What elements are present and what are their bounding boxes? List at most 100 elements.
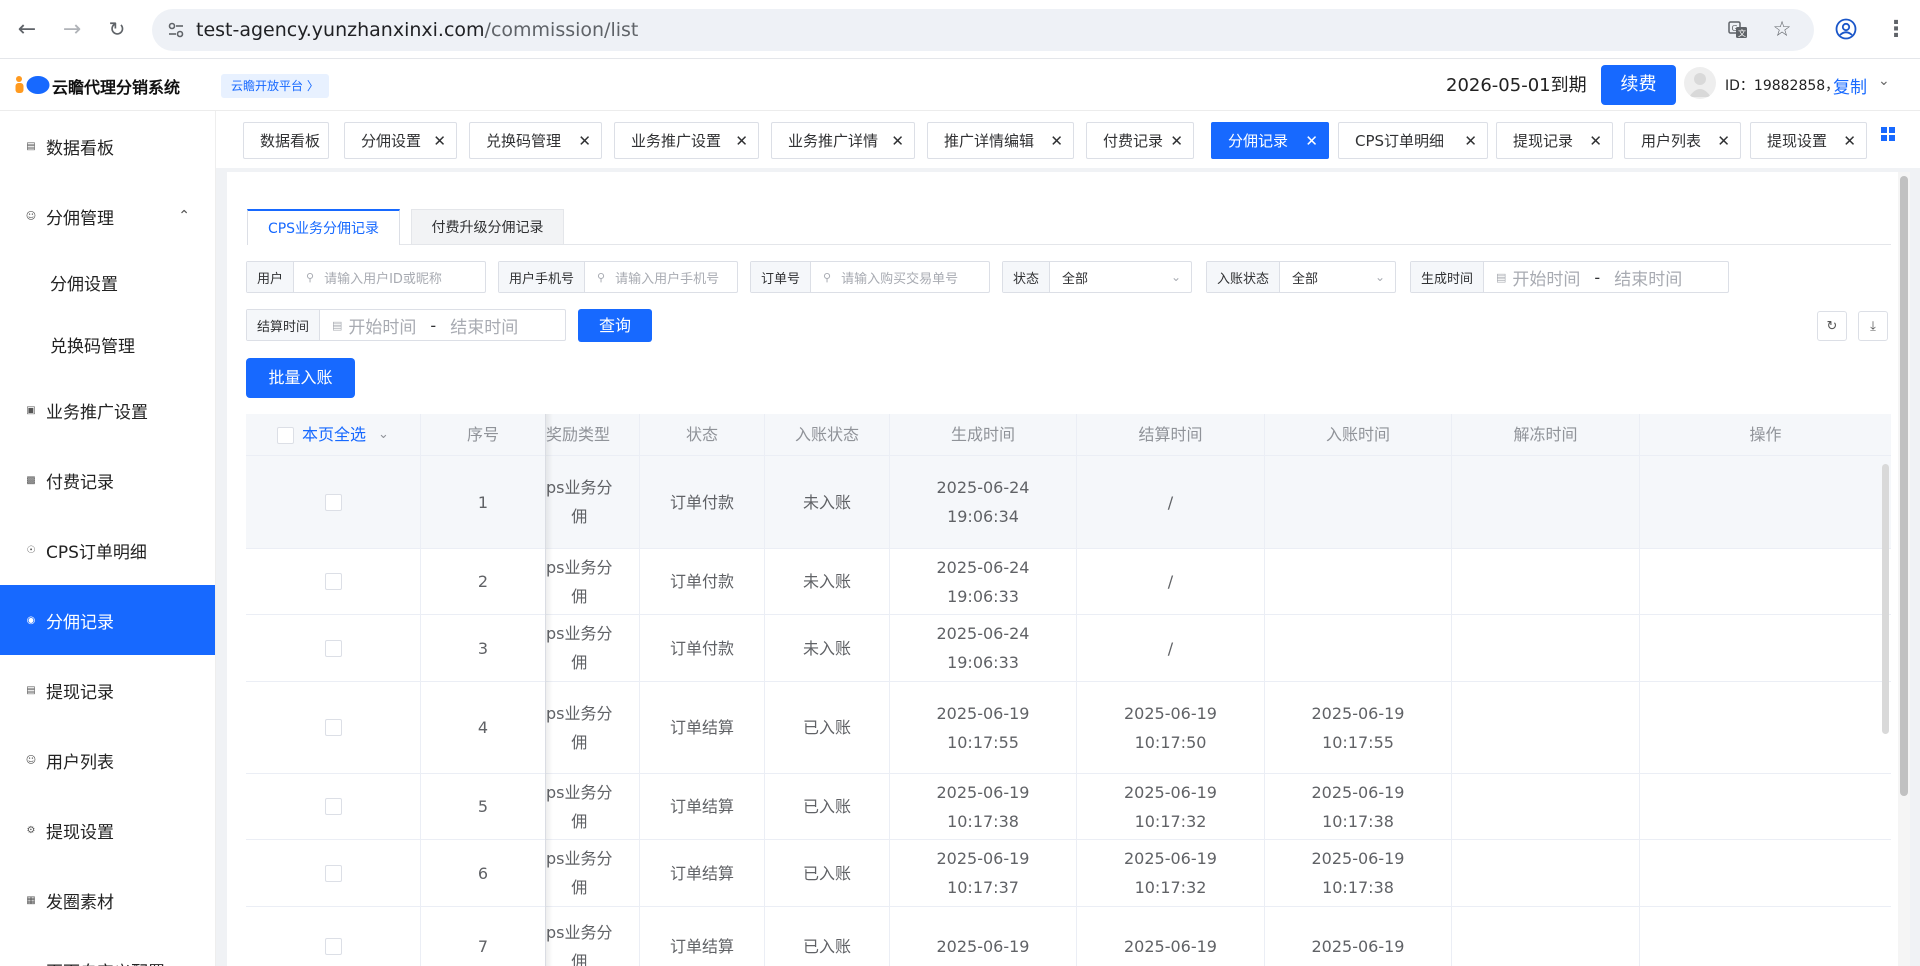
back-icon[interactable]: ←: [12, 14, 42, 44]
sidebar-item-label: CPS订单明细: [46, 542, 147, 563]
page-scrollbar[interactable]: [1898, 172, 1910, 966]
query-button[interactable]: 查询: [578, 309, 652, 342]
row-checkbox[interactable]: [324, 938, 342, 955]
row-checkbox[interactable]: [324, 719, 342, 736]
order-input-placeholder[interactable]: 请输入购买交易单号: [831, 268, 958, 287]
created-time-range[interactable]: 生成时间 ▤ 开始时间 - 结束时间: [1410, 261, 1729, 293]
user-input-placeholder[interactable]: 请输入用户ID或昵称: [314, 268, 442, 287]
phone-input-placeholder[interactable]: 请输入用户手机号: [605, 268, 719, 287]
tab-redeem-codes[interactable]: 兑换码管理 ✕: [469, 122, 602, 159]
subtab-cps-commission[interactable]: CPS业务分佣记录: [247, 209, 400, 245]
cell-account-status: 未入账: [765, 456, 890, 548]
tab-withdraw-settings[interactable]: 提现设置 ✕: [1750, 122, 1867, 159]
close-icon[interactable]: ✕: [1843, 132, 1856, 150]
settle-time-range[interactable]: 结算时间 ▤ 开始时间 - 结束时间: [246, 309, 566, 341]
row-select-cell: [246, 456, 421, 548]
tab-commission-settings[interactable]: 分佣设置 ✕: [344, 122, 457, 159]
tab-cps-orders[interactable]: CPS订单明细 ✕: [1338, 122, 1488, 159]
select-all-checkbox[interactable]: [277, 426, 295, 444]
created-date: 2025-06-19: [936, 703, 1030, 723]
sidebar-item-materials[interactable]: ▦ 发圈素材: [0, 865, 215, 935]
close-icon[interactable]: ✕: [891, 132, 904, 150]
tab-commission-records[interactable]: 分佣记录 ✕: [1211, 122, 1329, 159]
sidebar-item-label: 提现记录: [46, 682, 114, 703]
grid-menu-icon[interactable]: [1880, 126, 1896, 142]
close-icon[interactable]: ✕: [1305, 132, 1318, 150]
cell-reward-type: ps业务分佣: [546, 549, 640, 614]
sidebar-item-commission-management[interactable]: ☺ 分佣管理 ⌃: [0, 181, 215, 251]
copy-id-link[interactable]: 复制: [1833, 73, 1867, 98]
order-filter[interactable]: 订单号 ⚲ 请输入购买交易单号: [750, 261, 990, 293]
close-icon[interactable]: ✕: [1170, 132, 1183, 150]
tab-promotion-settings[interactable]: 业务推广设置 ✕: [614, 122, 759, 159]
close-icon[interactable]: ✕: [1589, 132, 1602, 150]
close-icon[interactable]: ✕: [578, 132, 591, 150]
select-all-header[interactable]: 本页全选 ⌄: [246, 414, 421, 456]
end-time-placeholder[interactable]: 结束时间: [450, 313, 518, 338]
tab-dashboard[interactable]: 数据看板: [243, 122, 329, 159]
row-checkbox[interactable]: [324, 639, 342, 657]
reload-icon[interactable]: ↻: [102, 14, 132, 44]
sidebar-item-withdraw-records[interactable]: ▤ 提现记录: [0, 655, 215, 725]
reward-type-line2: 佣: [571, 811, 588, 831]
profile-icon[interactable]: [1834, 17, 1858, 41]
row-checkbox[interactable]: [324, 493, 342, 511]
avatar[interactable]: [1684, 67, 1716, 99]
close-icon[interactable]: ✕: [735, 132, 748, 150]
sidebar-item-redeem-codes[interactable]: 兑换码管理: [0, 313, 215, 375]
close-icon[interactable]: ✕: [1717, 132, 1730, 150]
sidebar-item-promotion-settings[interactable]: ▣ 业务推广设置: [0, 375, 215, 445]
download-icon[interactable]: ⤓: [1858, 311, 1888, 341]
phone-filter[interactable]: 用户手机号 ⚲ 请输入用户手机号: [498, 261, 738, 293]
tab-promotion-edit[interactable]: 推广详情编辑 ✕: [927, 122, 1074, 159]
sidebar-item-payment-records[interactable]: ▩ 付费记录: [0, 445, 215, 515]
user-filter[interactable]: 用户 ⚲ 请输入用户ID或昵称: [246, 261, 486, 293]
row-checkbox[interactable]: [324, 798, 342, 815]
row-checkbox[interactable]: [324, 573, 342, 590]
start-time-placeholder[interactable]: 开始时间: [1512, 265, 1580, 290]
close-icon[interactable]: ✕: [433, 132, 446, 150]
batch-post-button[interactable]: 批量入账: [246, 358, 355, 398]
start-time-placeholder[interactable]: 开始时间: [348, 313, 416, 338]
chevron-down-icon[interactable]: ⌄: [378, 414, 389, 456]
forward-icon[interactable]: →: [57, 14, 87, 44]
cell-posted-time: [1265, 456, 1452, 548]
sidebar-item-withdraw-settings[interactable]: ⚙ 提现设置: [0, 795, 215, 865]
sidebar-item-dashboard[interactable]: ▤ 数据看板: [0, 111, 215, 181]
more-menu-icon[interactable]: ⋮: [1884, 17, 1908, 42]
translate-icon[interactable]: G文: [1726, 18, 1750, 42]
address-bar[interactable]: test-agency.yunzhanxinxi.com/commission/…: [152, 9, 1814, 51]
account-status-select[interactable]: 入账状态 全部 ⌄: [1206, 261, 1396, 293]
sidebar-item-cps-orders[interactable]: ☉ CPS订单明细: [0, 515, 215, 585]
chevron-down-icon: ⌄: [1170, 270, 1181, 284]
close-icon[interactable]: ✕: [1464, 132, 1477, 150]
reward-type-line2: 佣: [571, 732, 588, 752]
close-icon[interactable]: ✕: [1050, 132, 1063, 150]
sidebar-item-page-config[interactable]: ▤ 页面自定义配置: [0, 935, 215, 966]
tab-promotion-details[interactable]: 业务推广详情 ✕: [771, 122, 915, 159]
row-checkbox[interactable]: [324, 864, 342, 882]
end-time-placeholder[interactable]: 结束时间: [1614, 265, 1682, 290]
created-date: 2025-06-24: [936, 557, 1030, 577]
renew-button[interactable]: 续费: [1601, 65, 1676, 105]
site-info-icon[interactable]: [164, 18, 188, 42]
table-row: 7 ps业务分佣订单结算 已入账 2025-06-19 2025-06-19 2025-0…: [246, 907, 1891, 966]
tab-withdraw-records[interactable]: 提现记录 ✕: [1496, 122, 1613, 159]
chevron-down-icon[interactable]: ⌄: [1878, 73, 1890, 89]
sidebar-item-user-list[interactable]: ☺ 用户列表: [0, 725, 215, 795]
scrollbar-thumb[interactable]: [1900, 176, 1908, 796]
tab-payment-records[interactable]: 付费记录 ✕: [1086, 122, 1194, 159]
sidebar-item-commission-settings[interactable]: 分佣设置: [0, 251, 215, 313]
sidebar-item-commission-records[interactable]: ◉ 分佣记录: [0, 585, 215, 655]
refresh-icon[interactable]: ↻: [1817, 311, 1847, 341]
tab-user-list[interactable]: 用户列表 ✕: [1624, 122, 1741, 159]
settle-time-text: /: [1168, 634, 1173, 663]
subtab-upgrade-commission[interactable]: 付费升级分佣记录: [411, 209, 564, 245]
table-scrollbar[interactable]: [1882, 464, 1889, 734]
cell-reward-type: ps业务分佣: [546, 907, 640, 966]
bookmark-star-icon[interactable]: ☆: [1770, 17, 1794, 41]
tab-label: 兑换码管理: [486, 132, 562, 150]
status-select[interactable]: 状态 全部 ⌄: [1002, 261, 1192, 293]
open-platform-link[interactable]: 云瞻开放平台 〉: [221, 74, 329, 98]
posted-time-text: 2025-06-19: [1312, 932, 1405, 961]
